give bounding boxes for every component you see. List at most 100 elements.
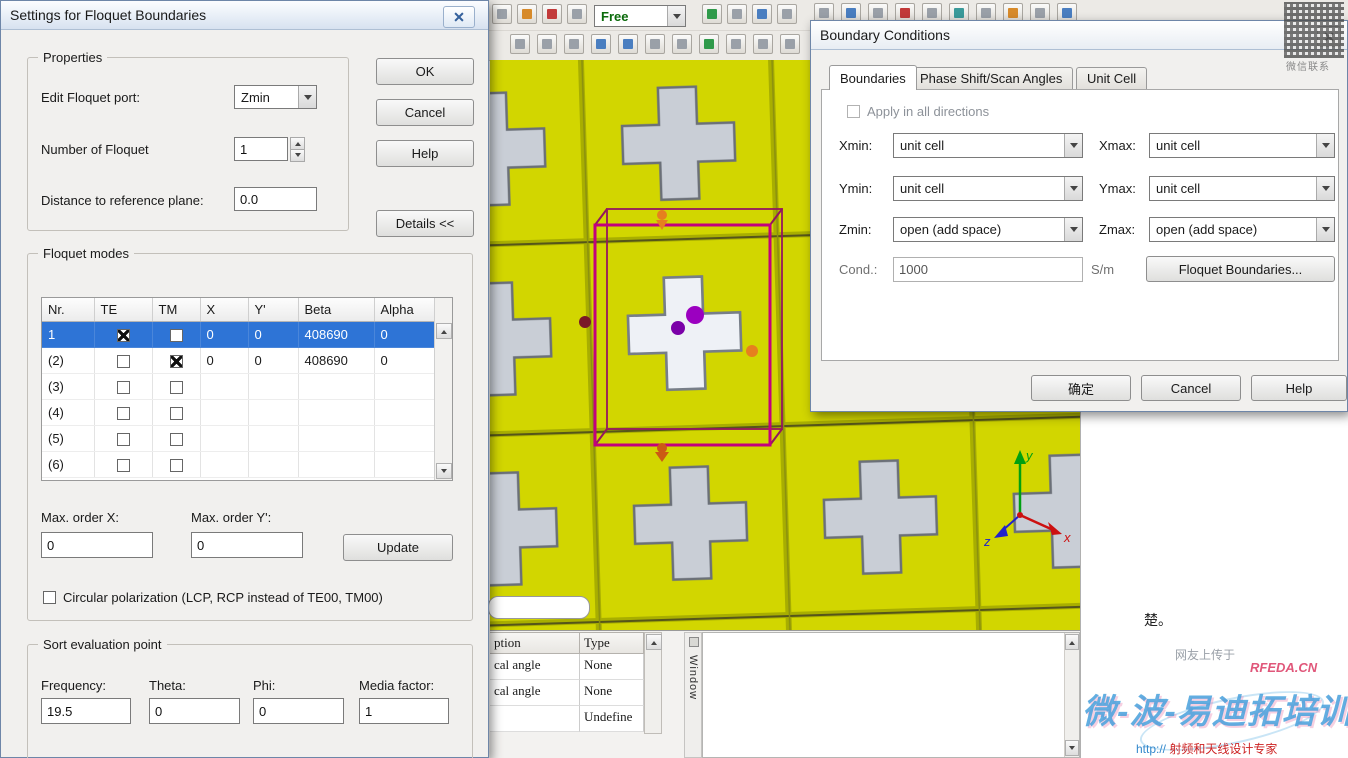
col-header[interactable]: Beta [298, 298, 375, 322]
te-checkbox-cell[interactable] [94, 399, 153, 426]
te-checkbox[interactable] [116, 355, 130, 369]
toolbar-icon[interactable] [702, 4, 722, 24]
number-of-floquet-input[interactable] [234, 137, 288, 161]
col-header[interactable]: TM [152, 298, 201, 322]
te-checkbox[interactable] [116, 381, 130, 395]
ok-button[interactable]: 确定 [1031, 375, 1131, 401]
toolbar-icon[interactable] [645, 34, 665, 54]
toolbar-icon[interactable] [780, 34, 800, 54]
spin-up-icon[interactable] [290, 137, 305, 150]
rounded-field[interactable] [488, 596, 590, 619]
column-header[interactable]: ption [490, 632, 580, 654]
toolbar-icon[interactable] [517, 4, 537, 24]
scroll-up-icon[interactable] [646, 634, 662, 650]
tm-checkbox[interactable] [169, 355, 183, 369]
col-header[interactable]: TE [94, 298, 153, 322]
cond-input[interactable] [893, 257, 1083, 282]
distance-input[interactable] [234, 187, 317, 211]
toolbar-icon[interactable] [752, 4, 772, 24]
ok-button[interactable]: OK [376, 58, 474, 85]
table-cell[interactable]: None [580, 680, 644, 706]
chevron-down-icon[interactable] [1316, 218, 1334, 241]
toolbar-icon[interactable] [753, 34, 773, 54]
ymax-select[interactable]: unit cell [1149, 176, 1335, 201]
message-pane-scrollbar[interactable] [1064, 633, 1079, 757]
te-checkbox-cell[interactable] [94, 321, 153, 348]
tm-checkbox-cell[interactable] [152, 399, 201, 426]
te-checkbox-cell[interactable] [94, 451, 153, 478]
floquet-modes-table[interactable]: Nr. TE TM X Y' Beta Alpha 1 0 0 408690 0 (2) 0… [41, 297, 453, 481]
tm-checkbox-cell[interactable] [152, 451, 201, 478]
toolbar-icon[interactable] [699, 34, 719, 54]
toolbar-icon[interactable] [537, 34, 557, 54]
dialog-title-bar[interactable]: Boundary Conditions [811, 21, 1347, 50]
tm-checkbox-cell[interactable] [152, 373, 201, 400]
te-checkbox-cell[interactable] [94, 425, 153, 452]
toolbar-icon[interactable] [777, 4, 797, 24]
tm-checkbox[interactable] [169, 433, 183, 447]
tm-checkbox[interactable] [169, 381, 183, 395]
te-checkbox[interactable] [116, 407, 130, 421]
toolbar-icon[interactable] [510, 34, 530, 54]
toolbar-icon[interactable] [726, 34, 746, 54]
cancel-button[interactable]: Cancel [376, 99, 474, 126]
update-button[interactable]: Update [343, 534, 453, 561]
col-header[interactable]: X [200, 298, 249, 322]
ymin-select[interactable]: unit cell [893, 176, 1083, 201]
column-header[interactable]: Type [580, 632, 644, 654]
tm-checkbox[interactable] [169, 407, 183, 421]
scroll-up-icon[interactable] [436, 323, 452, 339]
frequency-input[interactable] [41, 698, 131, 724]
free-select[interactable]: Free [594, 5, 686, 27]
chevron-down-icon[interactable] [1064, 134, 1082, 157]
toolbar-icon[interactable] [672, 34, 692, 54]
tab-phase-shift[interactable]: Phase Shift/Scan Angles [909, 67, 1074, 89]
xmin-select[interactable]: unit cell [893, 133, 1083, 158]
zmin-select[interactable]: open (add space) [893, 217, 1083, 242]
help-button[interactable]: Help [1251, 375, 1347, 401]
close-icon[interactable] [443, 6, 475, 28]
modes-table-scrollbar[interactable] [434, 298, 452, 480]
tab-unit-cell[interactable]: Unit Cell [1076, 67, 1148, 89]
apply-all-directions-checkbox[interactable] [847, 105, 860, 118]
details-button[interactable]: Details << [376, 210, 474, 237]
chevron-down-icon[interactable] [1316, 134, 1334, 157]
col-header[interactable]: Alpha [374, 298, 437, 322]
floquet-mode-row[interactable]: 1 0 0 408690 0 [42, 321, 437, 348]
magnet-icon[interactable] [618, 34, 638, 54]
chevron-down-icon[interactable] [298, 86, 316, 108]
theta-input[interactable] [149, 698, 240, 724]
toolbar-icon[interactable] [564, 34, 584, 54]
table-cell[interactable] [490, 706, 580, 732]
close-icon[interactable] [1317, 26, 1341, 47]
chevron-down-icon[interactable] [1064, 177, 1082, 200]
table-cell[interactable]: None [580, 654, 644, 680]
toolbar-icon[interactable] [492, 4, 512, 24]
circular-polarization-checkbox[interactable] [43, 591, 56, 604]
chevron-down-icon[interactable] [1316, 177, 1334, 200]
te-checkbox-cell[interactable] [94, 347, 153, 374]
tm-checkbox[interactable] [169, 459, 183, 473]
floquet-mode-row[interactable]: (3) [42, 373, 437, 400]
phi-input[interactable] [253, 698, 344, 724]
scroll-down-icon[interactable] [1065, 740, 1079, 756]
dialog-title-bar[interactable]: Settings for Floquet Boundaries [1, 1, 488, 30]
number-spinner[interactable] [290, 137, 305, 162]
table-cell[interactable]: Undefine [580, 706, 644, 732]
xmax-select[interactable]: unit cell [1149, 133, 1335, 158]
table-scrollbar[interactable] [644, 632, 662, 734]
window-panel-tab[interactable]: Window [684, 632, 702, 758]
tm-checkbox-cell[interactable] [152, 347, 201, 374]
floquet-boundaries-button[interactable]: Floquet Boundaries... [1146, 256, 1335, 282]
floquet-port-select[interactable]: Zmin [234, 85, 317, 109]
floquet-mode-row[interactable]: (6) [42, 451, 437, 478]
scroll-down-icon[interactable] [436, 463, 452, 479]
te-checkbox-cell[interactable] [94, 373, 153, 400]
col-header[interactable]: Nr. [42, 298, 95, 322]
zmax-select[interactable]: open (add space) [1149, 217, 1335, 242]
cancel-button[interactable]: Cancel [1141, 375, 1241, 401]
spin-down-icon[interactable] [290, 150, 305, 162]
floquet-mode-row[interactable]: (2) 0 0 408690 0 [42, 347, 437, 374]
message-pane[interactable] [702, 632, 1080, 758]
floquet-mode-row[interactable]: (4) [42, 399, 437, 426]
